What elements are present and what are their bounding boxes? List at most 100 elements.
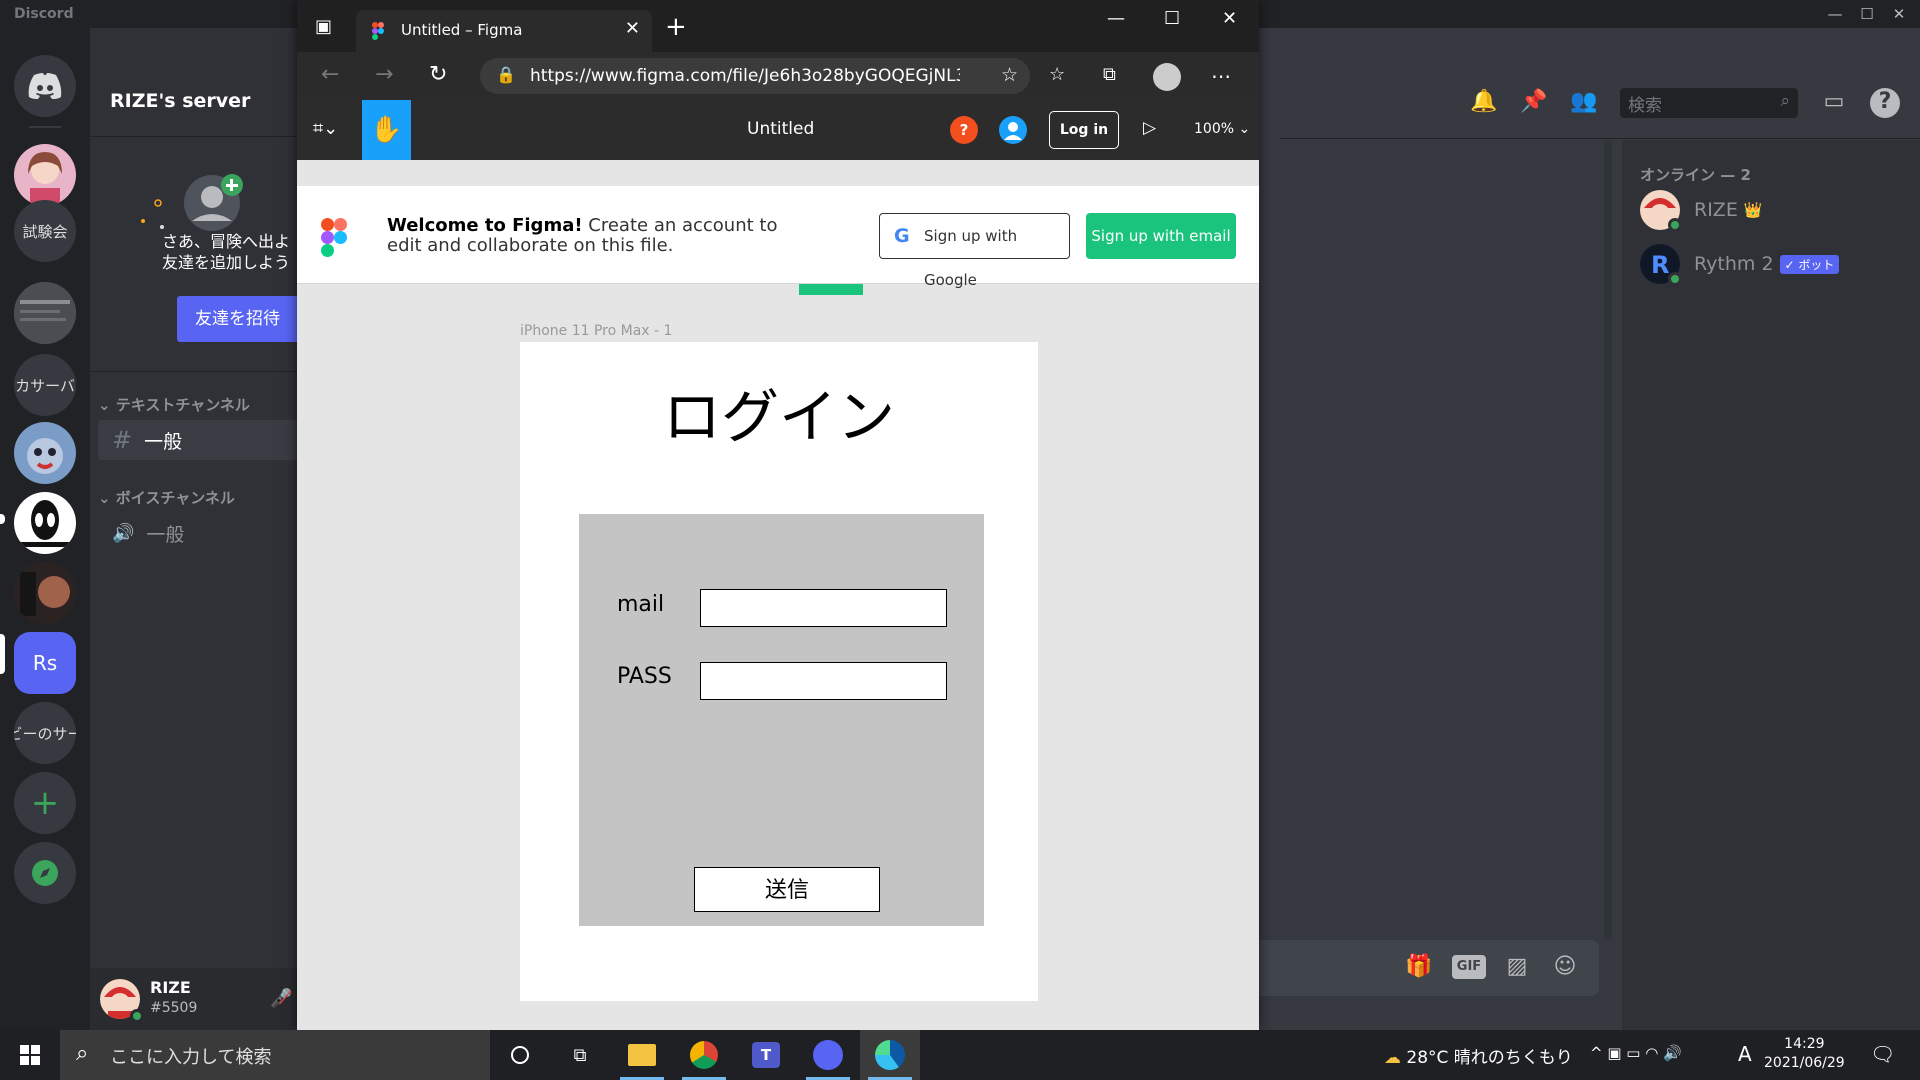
pass-label: PASS — [617, 664, 672, 689]
weather-icon: ☁ — [1384, 1048, 1401, 1068]
window-minimize-icon[interactable]: — — [1107, 8, 1125, 29]
guild-ka-server[interactable]: カサーバ — [14, 354, 76, 416]
inbox-icon[interactable]: ▭ — [1820, 88, 1848, 116]
guild-sidebar: 試験会 カサーバ Rs ビーのサー + — [0, 28, 90, 1030]
hand-tool-icon[interactable]: ✋ — [362, 100, 411, 160]
tray-icons[interactable]: ^ ▣ ▭ ◠ 🔊 — [1590, 1044, 1682, 1062]
online-status-icon — [1668, 218, 1682, 232]
channel-general-text[interactable]: # 一般 — [98, 420, 298, 460]
crown-icon: 👑 — [1743, 201, 1763, 219]
category-voice-channels[interactable]: ⌄ ボイスチャンネル — [98, 487, 235, 508]
add-server-icon[interactable]: + — [14, 772, 76, 834]
guild-screenshot[interactable] — [14, 282, 76, 344]
explore-servers-icon[interactable] — [14, 842, 76, 904]
mute-microphone-icon[interactable]: 🎤̸ — [270, 988, 292, 1009]
new-tab-icon[interactable]: + — [665, 12, 687, 42]
iphone-frame[interactable]: ログイン mail PASS 送信 — [520, 342, 1038, 1001]
taskbar-clock[interactable]: 14:29 2021/06/29 — [1764, 1035, 1845, 1073]
discord-home-icon[interactable] — [14, 55, 76, 117]
guild-test-server[interactable]: 試験会 — [14, 200, 76, 262]
weather-widget[interactable]: ☁ 28°C 晴れのちくもり — [1384, 1043, 1573, 1068]
guild-label: 試験会 — [22, 222, 68, 241]
sign-up-google-button[interactable]: G Sign up with Google — [879, 213, 1070, 289]
help-icon[interactable]: ? — [1870, 88, 1900, 118]
bot-badge: ✓ ボット — [1779, 254, 1840, 274]
google-icon: G — [894, 225, 910, 247]
sign-up-email-button[interactable]: Sign up with email — [1086, 213, 1236, 259]
tab-actions-icon[interactable]: ▣ — [315, 16, 332, 37]
avatar[interactable] — [999, 116, 1027, 144]
address-bar[interactable]: 🔒 https://www.figma.com/file/Je6h3o28byG… — [480, 58, 1030, 94]
notifications-icon[interactable]: 🗨 — [1870, 1042, 1895, 1066]
member-rize[interactable]: RIZE 👑 — [1640, 188, 1763, 232]
login-form-box[interactable]: mail PASS 送信 — [579, 514, 984, 926]
profile-icon[interactable] — [1153, 63, 1181, 91]
more-options-icon[interactable]: ⋯ — [1211, 64, 1231, 88]
server-name[interactable]: RIZE's server — [110, 90, 250, 112]
guild-creature[interactable] — [14, 422, 76, 484]
chrome-icon[interactable] — [674, 1030, 734, 1080]
submit-button[interactable]: 送信 — [694, 867, 880, 912]
ime-indicator[interactable]: A — [1738, 1042, 1752, 1066]
maximize-icon[interactable]: ☐ — [1854, 2, 1880, 26]
sticker-icon[interactable]: ▨ — [1502, 952, 1532, 982]
channel-label: 一般 — [146, 523, 185, 546]
hashtag-icon: # — [112, 426, 133, 454]
discord-taskbar-icon[interactable] — [798, 1030, 858, 1080]
url-text: https://www.figma.com/file/Je6h3o28byGOQ… — [530, 66, 960, 86]
window-maximize-icon[interactable]: ☐ — [1164, 8, 1180, 29]
member-rythm[interactable]: R Rythm 2 ✓ ボット — [1640, 242, 1840, 286]
browser-toolbar: ← → ↻ 🔒 https://www.figma.com/file/Je6h3… — [297, 52, 1259, 100]
emoji-icon[interactable]: ☺ — [1550, 952, 1580, 982]
window-close-icon[interactable]: ✕ — [1222, 8, 1237, 29]
taskbar-search-input[interactable]: ⌕ ここに入力して検索 — [60, 1030, 490, 1080]
channel-general-voice[interactable]: 🔊 一般 — [98, 513, 298, 553]
guild-dark-photo[interactable] — [14, 562, 76, 624]
guild-label: Rs — [32, 651, 58, 675]
search-icon: ⌕ — [1780, 91, 1790, 111]
mail-input[interactable] — [700, 589, 947, 627]
figma-menu-icon[interactable]: ⌗⌄ — [313, 118, 338, 139]
figma-file-title[interactable]: Untitled — [747, 119, 814, 139]
bell-icon[interactable]: 🔔 — [1470, 88, 1498, 116]
search-input[interactable]: 検索 ⌕ — [1620, 88, 1798, 118]
close-tab-icon[interactable]: ✕ — [625, 18, 640, 39]
tab-figma[interactable]: Untitled – Figma ✕ — [356, 10, 652, 52]
forward-icon[interactable]: → — [375, 62, 393, 87]
pin-icon[interactable]: 📌 — [1520, 88, 1548, 116]
zoom-level-dropdown[interactable]: 100% ⌄ — [1194, 121, 1250, 137]
refresh-icon[interactable]: ↻ — [429, 62, 447, 87]
figma-logo-icon — [321, 218, 347, 257]
invite-friends-button[interactable]: 友達を招待 — [177, 296, 298, 342]
task-view-icon[interactable]: ⧉ — [550, 1030, 610, 1080]
teams-icon[interactable]: T — [736, 1030, 796, 1080]
gif-icon[interactable]: GIF — [1452, 955, 1486, 979]
chevron-down-icon: ⌄ — [98, 489, 116, 507]
pass-input[interactable] — [700, 662, 947, 700]
gift-icon[interactable]: 🎁 — [1404, 952, 1434, 982]
back-icon[interactable]: ← — [321, 62, 339, 87]
guild-pii-server[interactable]: ビーのサー — [14, 702, 76, 764]
guild-alienware[interactable] — [14, 492, 76, 554]
channel-label: 一般 — [144, 430, 183, 453]
member-list-icon[interactable]: 👥 — [1570, 88, 1598, 116]
minimize-icon[interactable]: — — [1822, 2, 1848, 26]
present-play-icon[interactable]: ▷ — [1143, 118, 1156, 138]
help-icon[interactable]: ? — [950, 116, 978, 144]
category-text-channels[interactable]: ⌄ テキストチャンネル — [98, 394, 250, 415]
guild-avatar-anime[interactable] — [14, 144, 76, 206]
chevron-down-icon: ⌄ — [98, 396, 116, 414]
favorites-icon[interactable]: ☆ — [1049, 64, 1065, 85]
scrollbar[interactable] — [1604, 140, 1612, 940]
cortana-icon[interactable] — [490, 1030, 550, 1080]
frame-label[interactable]: iPhone 11 Pro Max - 1 — [520, 323, 672, 339]
guild-rs-server[interactable]: Rs — [14, 632, 76, 694]
windows-start-icon[interactable] — [0, 1030, 60, 1080]
file-explorer-icon[interactable] — [612, 1030, 672, 1080]
login-button[interactable]: Log in — [1049, 111, 1119, 149]
collections-icon[interactable]: ⧉ — [1103, 64, 1116, 85]
edge-taskbar-icon[interactable] — [860, 1030, 920, 1080]
add-favorite-icon[interactable]: ☆ — [1001, 64, 1018, 86]
guild-label: ビーのサー — [14, 724, 76, 743]
close-icon[interactable]: ✕ — [1886, 2, 1912, 26]
